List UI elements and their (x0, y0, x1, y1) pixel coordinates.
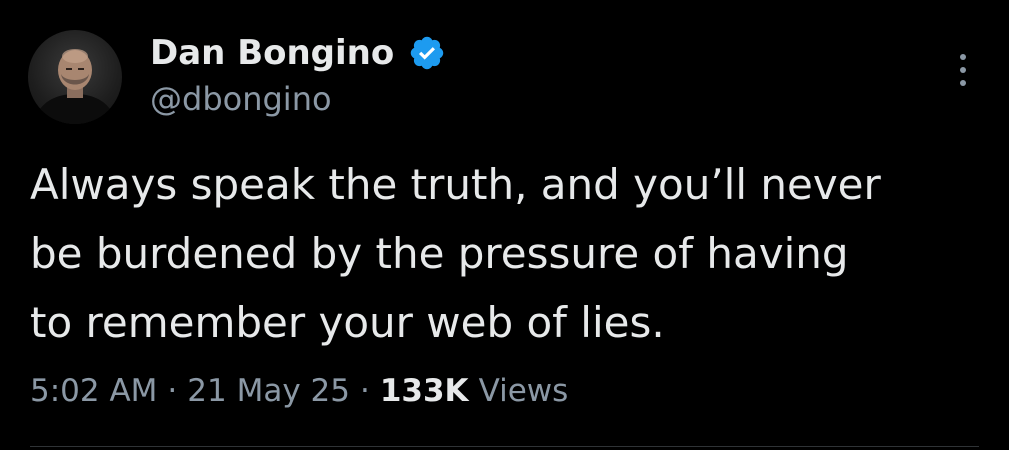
more-dot (960, 80, 966, 86)
divider (30, 446, 979, 447)
author-display-name[interactable]: Dan Bongino (150, 33, 394, 73)
verified-badge-icon (408, 34, 446, 72)
tweet-meta: 5:02 AM · 21 May 25 · 133K Views (30, 366, 568, 416)
more-options-icon[interactable] (950, 52, 976, 88)
views-label: Views (478, 373, 569, 409)
tweet-time[interactable]: 5:02 AM (30, 373, 157, 409)
meta-separator: · (167, 373, 178, 409)
views-count[interactable]: 133K (380, 373, 469, 409)
tweet-date[interactable]: 21 May 25 (187, 373, 350, 409)
avatar[interactable] (28, 30, 122, 124)
author-handle[interactable]: @dbongino (150, 80, 332, 118)
tweet-text: Always speak the truth, and you’ll never… (30, 160, 881, 347)
tweet-card: Dan Bongino @dbongino Always speak the t… (0, 0, 1009, 450)
meta-separator: · (359, 373, 370, 409)
author-name-row: Dan Bongino (150, 28, 446, 78)
more-dot (960, 54, 966, 60)
avatar-photo-icon (34, 49, 116, 124)
more-dot (960, 67, 966, 73)
